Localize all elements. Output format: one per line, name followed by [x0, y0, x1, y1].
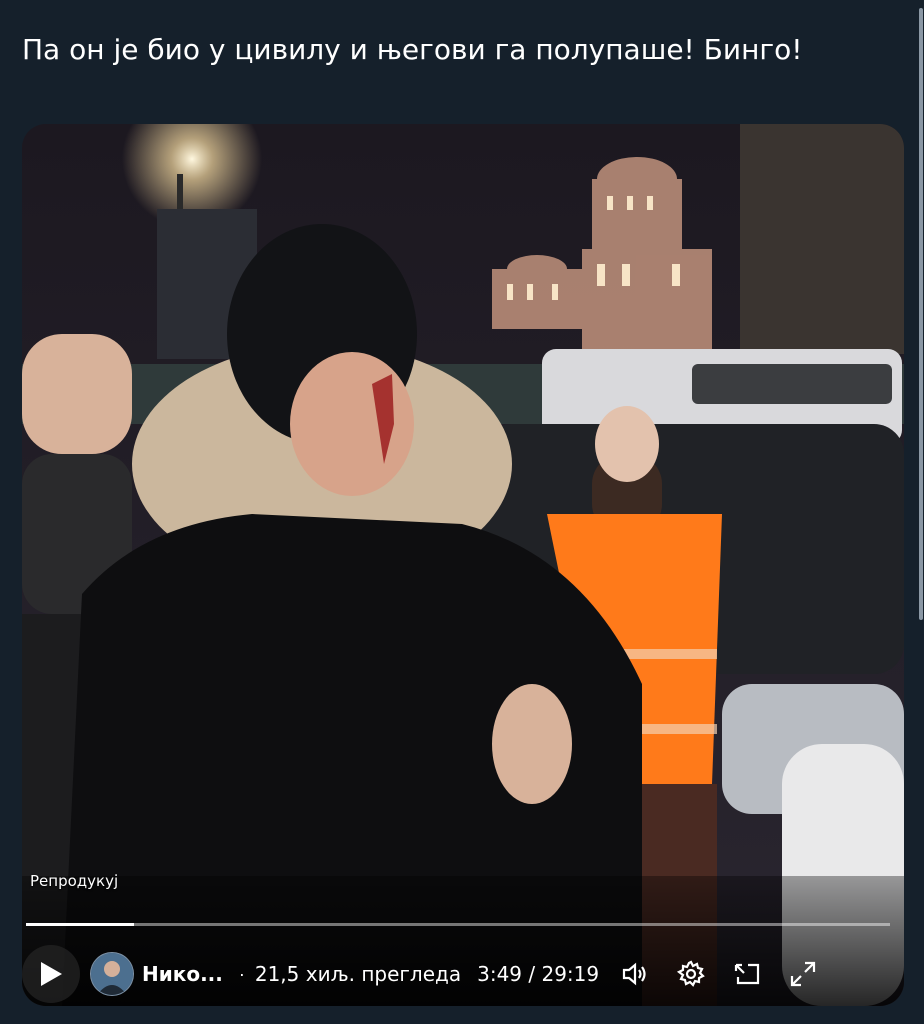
- author-name[interactable]: Нико...: [142, 962, 223, 986]
- scrollbar-thumb[interactable]: [919, 8, 923, 620]
- gear-icon: [677, 960, 705, 987]
- avatar[interactable]: [90, 952, 134, 996]
- fullscreen-icon: [791, 961, 816, 987]
- replay-label[interactable]: Репродукуј: [22, 864, 126, 898]
- play-icon: [41, 962, 62, 986]
- tweet-text: Па он је био у цивилу и његови га полупа…: [22, 33, 803, 66]
- pip-button[interactable]: [727, 954, 767, 994]
- fullscreen-button[interactable]: [783, 954, 823, 994]
- volume-button[interactable]: [615, 954, 655, 994]
- settings-button[interactable]: [671, 954, 711, 994]
- play-button[interactable]: [22, 945, 80, 1003]
- time-display: 3:49 / 29:19: [477, 962, 600, 986]
- control-row: Нико... · 21,5 хиљ. прегледа 3:49 / 29:1…: [22, 944, 904, 1004]
- progress-bar[interactable]: [26, 923, 890, 926]
- avatar-image: [91, 953, 133, 995]
- picture-in-picture-icon: [735, 963, 760, 985]
- video-frame[interactable]: [22, 124, 904, 1006]
- view-count: 21,5 хиљ. прегледа: [254, 962, 462, 986]
- separator-dot: ·: [238, 963, 245, 984]
- video-player[interactable]: Репродукуј Нико... · 21,5 хиљ. прегледа …: [22, 124, 904, 1006]
- page-scrollbar[interactable]: [918, 0, 924, 1024]
- volume-icon: [623, 962, 646, 986]
- progress-fill: [26, 923, 134, 926]
